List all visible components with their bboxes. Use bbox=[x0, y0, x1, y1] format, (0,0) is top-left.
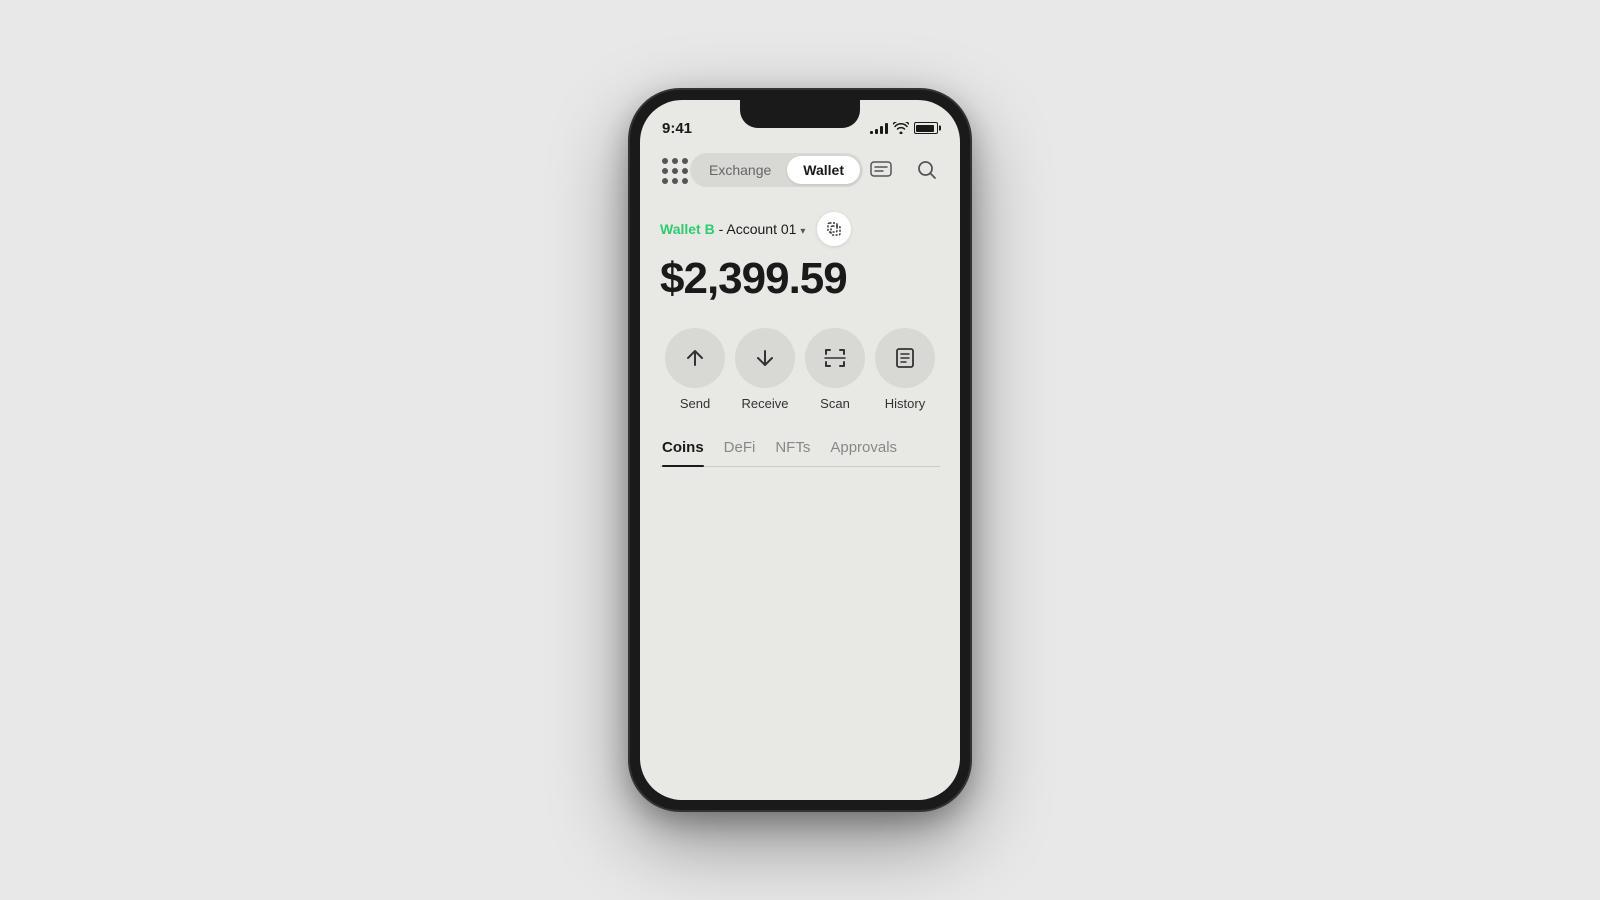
tab-coins[interactable]: Coins bbox=[662, 439, 704, 466]
scan-icon bbox=[823, 347, 847, 369]
battery-icon bbox=[914, 122, 938, 134]
receive-label: Receive bbox=[742, 396, 789, 411]
wallet-name: Wallet B bbox=[660, 221, 715, 237]
send-circle bbox=[665, 328, 725, 388]
main-content: Wallet B - Account 01 ▾ $2,399.59 bbox=[640, 200, 960, 467]
message-icon bbox=[870, 161, 892, 179]
messages-button[interactable] bbox=[863, 152, 899, 188]
history-action[interactable]: History bbox=[875, 328, 935, 411]
balance-amount: $2,399.59 bbox=[660, 254, 940, 304]
copy-icon bbox=[826, 221, 842, 237]
send-label: Send bbox=[680, 396, 710, 411]
account-label: Wallet B - Account 01 ▾ bbox=[660, 221, 805, 237]
dropdown-arrow-icon: ▾ bbox=[800, 226, 805, 237]
status-time: 9:41 bbox=[662, 120, 692, 137]
notch bbox=[740, 100, 860, 128]
search-button[interactable] bbox=[909, 152, 945, 188]
send-action[interactable]: Send bbox=[665, 328, 725, 411]
scan-action[interactable]: Scan bbox=[805, 328, 865, 411]
receive-action[interactable]: Receive bbox=[735, 328, 795, 411]
scan-circle bbox=[805, 328, 865, 388]
account-number: Account 01 bbox=[726, 221, 796, 237]
wallet-tab[interactable]: Wallet bbox=[787, 156, 860, 184]
history-icon bbox=[894, 347, 916, 369]
action-buttons: Send Receive bbox=[660, 328, 940, 411]
scan-label: Scan bbox=[820, 396, 850, 411]
tab-nfts[interactable]: NFTs bbox=[775, 439, 810, 466]
header-icons bbox=[863, 152, 945, 188]
account-row: Wallet B - Account 01 ▾ bbox=[660, 212, 940, 246]
wifi-icon bbox=[893, 122, 909, 134]
grid-icon bbox=[658, 154, 690, 186]
tab-approvals[interactable]: Approvals bbox=[830, 439, 897, 466]
header: Exchange Wallet bbox=[640, 144, 960, 200]
status-icons bbox=[870, 122, 938, 134]
copy-address-button[interactable] bbox=[817, 212, 851, 246]
signal-icon bbox=[870, 122, 888, 134]
history-circle bbox=[875, 328, 935, 388]
content-tabs: Coins DeFi NFTs Approvals bbox=[660, 439, 940, 467]
receive-icon bbox=[754, 347, 776, 369]
receive-circle bbox=[735, 328, 795, 388]
tab-defi[interactable]: DeFi bbox=[724, 439, 756, 466]
exchange-tab[interactable]: Exchange bbox=[693, 156, 787, 184]
bottom-fade bbox=[650, 710, 950, 790]
phone-screen: 9:41 bbox=[640, 100, 960, 800]
tab-switcher: Exchange Wallet bbox=[690, 153, 863, 187]
grid-menu-button[interactable] bbox=[658, 152, 690, 188]
phone-mockup: 9:41 bbox=[630, 90, 970, 810]
send-icon bbox=[684, 347, 706, 369]
history-label: History bbox=[885, 396, 925, 411]
search-icon bbox=[917, 160, 937, 180]
